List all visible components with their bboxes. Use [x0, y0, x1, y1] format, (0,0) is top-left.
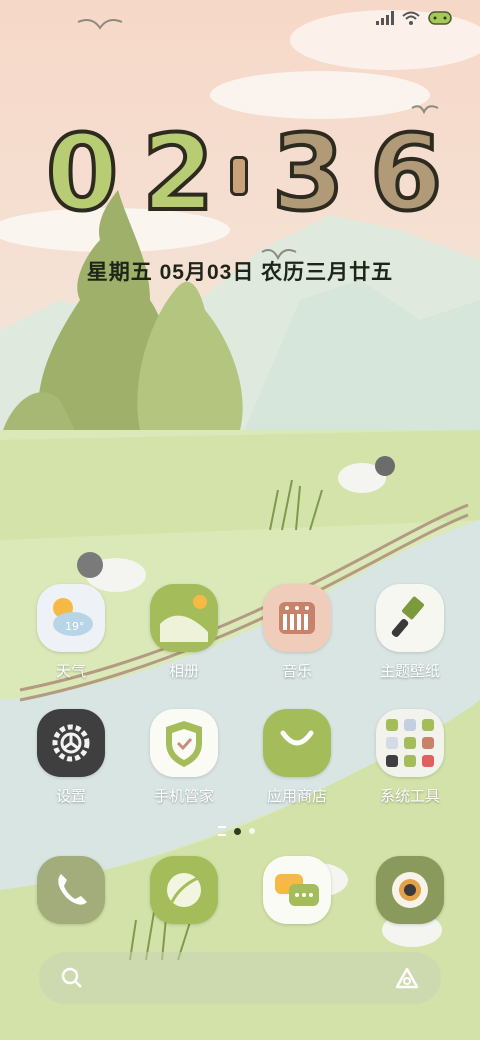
- theme-brush-icon: [376, 584, 444, 652]
- app-phone-manager[interactable]: 手机管家: [129, 709, 239, 806]
- app-label: 主题壁纸: [379, 663, 440, 680]
- page-dot: [249, 828, 255, 834]
- svg-text:19°: 19°: [65, 620, 85, 633]
- status-bar: [376, 10, 452, 26]
- app-store[interactable]: 应用商店: [242, 709, 352, 806]
- music-icon: [263, 584, 331, 652]
- clock-separator: [230, 156, 248, 196]
- page-indicator[interactable]: [218, 826, 255, 836]
- app-label: 系统工具: [379, 788, 440, 805]
- browser-icon: [150, 856, 218, 924]
- app-label: 应用商店: [266, 788, 327, 805]
- app-weather[interactable]: 19° 天气: [16, 584, 126, 681]
- clock-minute-ones: 6: [368, 112, 444, 234]
- clock-hour-ones: 2: [140, 112, 216, 234]
- app-label: 相册: [168, 663, 199, 680]
- dock-phone[interactable]: [16, 856, 126, 924]
- search-bar[interactable]: [39, 952, 441, 1004]
- folder-system-tools[interactable]: 系统工具: [355, 709, 465, 806]
- dock-camera[interactable]: [355, 856, 465, 924]
- phone-icon: [37, 856, 105, 924]
- tools-folder-icon: [376, 709, 444, 777]
- dock-browser[interactable]: [129, 856, 239, 924]
- messages-icon: [263, 856, 331, 924]
- clock-hour-tens: 0: [44, 112, 120, 234]
- app-gallery[interactable]: 相册: [129, 584, 239, 681]
- app-music[interactable]: 音乐: [242, 584, 352, 681]
- shield-check-icon: [150, 709, 218, 777]
- search-icon[interactable]: [59, 965, 85, 991]
- assistant-icon[interactable]: [393, 965, 421, 991]
- app-label: 设置: [55, 788, 86, 805]
- signal-icon: [376, 11, 394, 25]
- app-store-icon: [263, 709, 331, 777]
- page-dot-current: [234, 827, 241, 835]
- weather-icon: 19°: [37, 584, 105, 652]
- camera-icon: [376, 856, 444, 924]
- settings-gear-icon: [37, 709, 105, 777]
- app-settings[interactable]: 设置: [16, 709, 126, 806]
- app-label: 天气: [55, 663, 86, 680]
- gallery-icon: [150, 584, 218, 652]
- page-dot-menu: [218, 826, 226, 836]
- battery-icon: [428, 11, 452, 25]
- app-label: 手机管家: [153, 788, 214, 805]
- wifi-icon: [402, 11, 420, 25]
- date-label: 星期五 05月03日 农历三月廿五: [86, 261, 394, 284]
- clock-widget[interactable]: 0 2 3 6: [0, 112, 480, 234]
- dock-messages[interactable]: [242, 856, 352, 924]
- clock-minute-tens: 3: [270, 112, 346, 234]
- app-theme[interactable]: 主题壁纸: [355, 584, 465, 681]
- app-label: 音乐: [281, 663, 312, 680]
